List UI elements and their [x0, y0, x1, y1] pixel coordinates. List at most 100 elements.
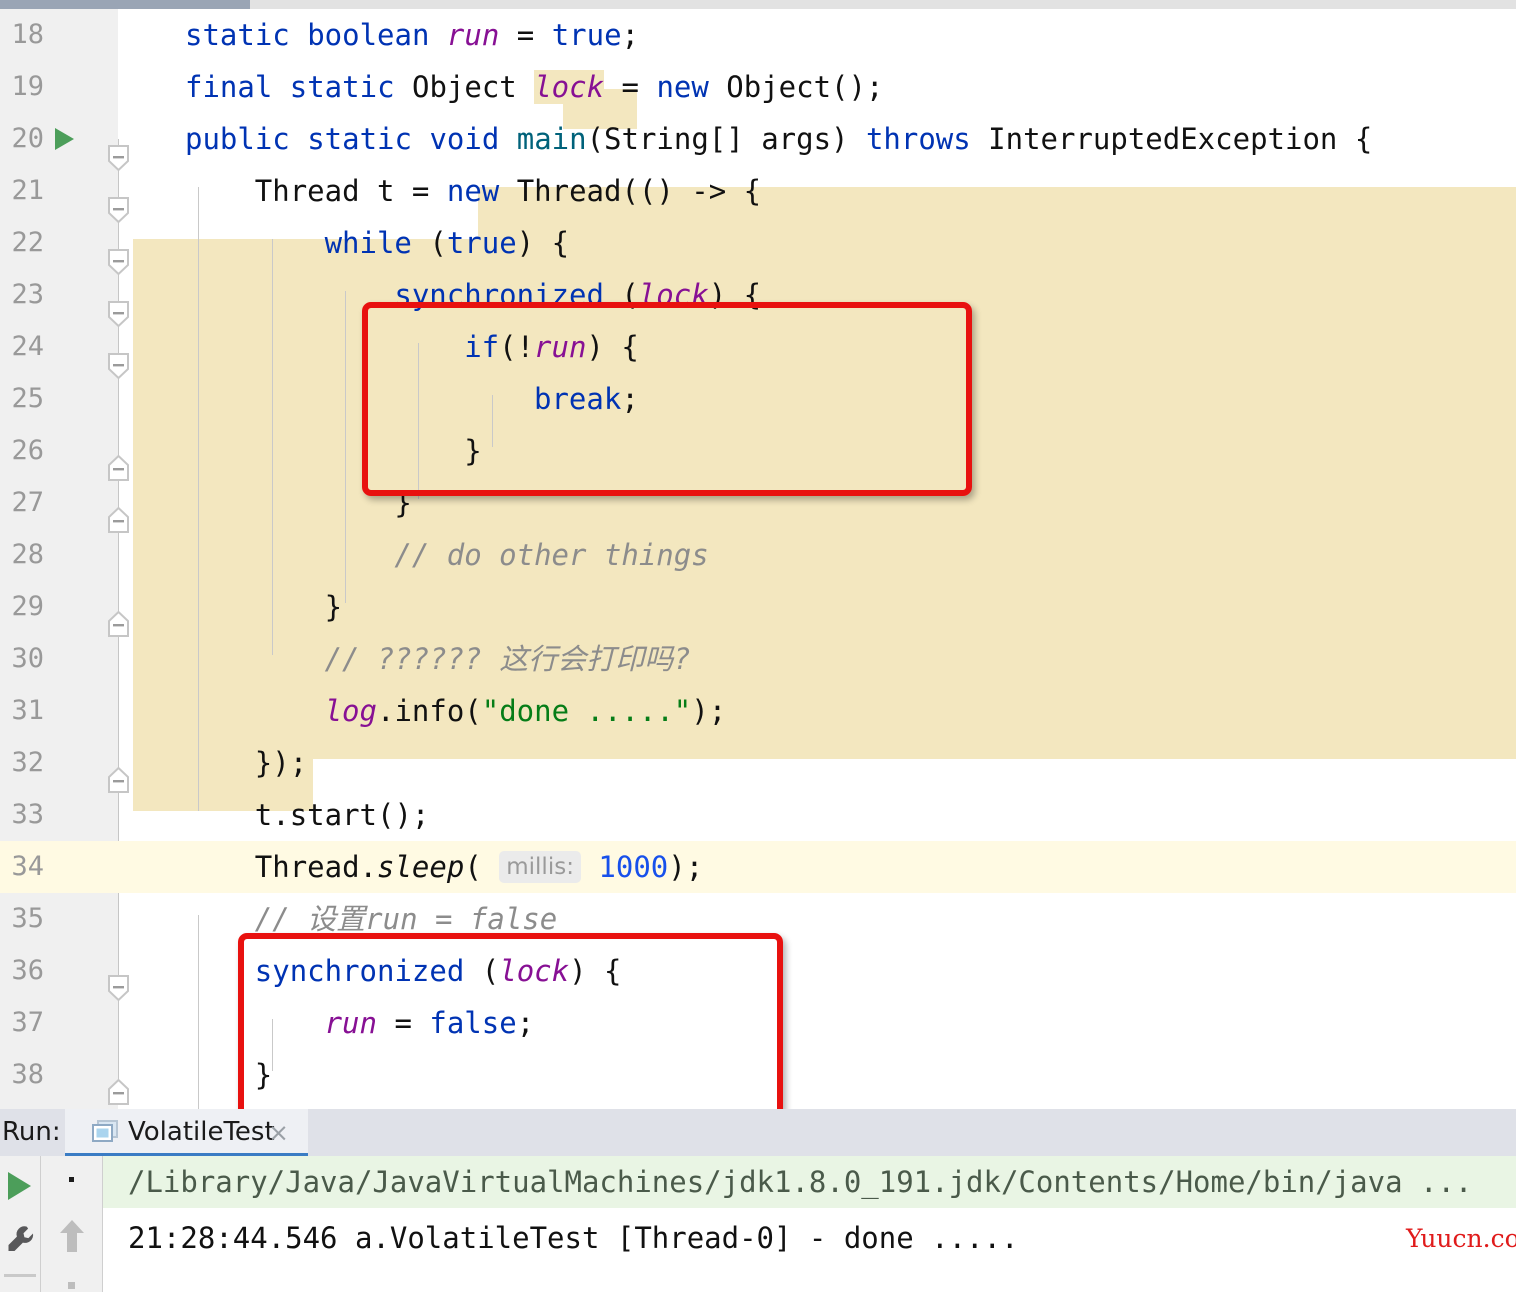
run-configuration-icon — [92, 1120, 120, 1144]
code-line[interactable]: 21 Thread t = new Thread(() -> { — [0, 165, 1516, 217]
code-text: } — [255, 1049, 272, 1101]
code-token: InterruptedException { — [988, 122, 1373, 156]
line-number: 23 — [11, 279, 44, 310]
code-token: break — [534, 382, 622, 416]
code-token: ) { — [516, 226, 570, 260]
code-line[interactable]: 31 log.info("done ....."); — [0, 685, 1516, 737]
line-number: 27 — [11, 487, 44, 518]
code-text: }); — [255, 737, 307, 789]
line-number: 30 — [11, 643, 44, 674]
close-icon[interactable]: × — [268, 1109, 289, 1156]
code-token: ( — [464, 850, 500, 884]
code-token: ) { — [569, 954, 622, 988]
console-line-output: 21:28:44.546 a.VolatileTest [Thread-0] -… — [128, 1221, 1019, 1255]
code-text: while (true) { — [325, 217, 569, 269]
code-token: "done ....." — [481, 694, 692, 728]
console-output[interactable]: /Library/Java/JavaVirtualMachines/jdk1.8… — [103, 1156, 1516, 1292]
code-token: Thread. — [254, 850, 378, 884]
line-number: 19 — [11, 71, 44, 102]
code-line[interactable]: 33 t.start(); — [0, 789, 1516, 841]
code-token: ( — [429, 226, 447, 260]
code-line[interactable]: 26} — [0, 425, 1516, 477]
code-token: Object — [411, 70, 535, 104]
scroll-down-icon[interactable] — [68, 1282, 75, 1289]
line-number: 24 — [11, 331, 44, 362]
horizontal-scrollbar-thumb[interactable] — [0, 0, 250, 9]
code-text: run = false; — [325, 997, 535, 1049]
line-number: 25 — [11, 383, 44, 414]
code-token: static — [289, 70, 412, 104]
code-token: ) { — [708, 278, 762, 312]
code-token: }); — [254, 746, 308, 780]
line-number: 28 — [11, 539, 44, 570]
code-token: (! — [499, 330, 535, 364]
code-line[interactable]: 30 // ?????? 这行会打印吗? — [0, 633, 1516, 685]
line-number: 21 — [11, 175, 44, 206]
code-token: new — [446, 174, 517, 208]
code-line[interactable]: 32}); — [0, 737, 1516, 789]
code-token: } — [324, 590, 343, 624]
code-token: sleep — [377, 850, 465, 884]
code-line[interactable]: 24 if(!run) { — [0, 321, 1516, 373]
line-number: 20 — [11, 123, 44, 154]
code-token: ; — [621, 18, 639, 52]
parameter-hint: millis: — [499, 851, 581, 883]
code-token: true — [446, 226, 517, 260]
code-token: ( — [621, 278, 639, 312]
code-line[interactable]: 35 // 设置run = false — [0, 893, 1516, 945]
horizontal-scrollbar-track[interactable] — [0, 0, 1516, 9]
code-token: if — [464, 330, 500, 364]
code-text: } — [464, 425, 481, 477]
watermark: Yuucn.com — [1406, 1224, 1516, 1253]
code-line[interactable]: 29} — [0, 581, 1516, 633]
code-line[interactable]: 38} — [0, 1049, 1516, 1101]
code-line[interactable]: 18 static boolean run = true; — [0, 9, 1516, 61]
code-token: } — [394, 486, 412, 520]
code-token: ; — [621, 382, 639, 416]
code-line[interactable]: 19 final static Object lock = new Object(… — [0, 61, 1516, 113]
code-token: void — [429, 122, 517, 156]
line-number: 22 — [11, 227, 44, 258]
line-number: 36 — [11, 955, 44, 986]
code-token: boolean — [307, 18, 447, 52]
code-text: log.info("done ....."); — [325, 685, 727, 737]
code-editor[interactable]: 18 static boolean run = true; 19 final stat… — [0, 9, 1516, 1109]
soft-wrap-dot-icon[interactable] — [69, 1177, 74, 1182]
code-line[interactable]: 27} — [0, 477, 1516, 529]
code-token: static — [307, 122, 430, 156]
code-token: while — [324, 226, 430, 260]
code-token: ; — [516, 1006, 535, 1040]
code-token: main — [516, 122, 587, 156]
rerun-icon[interactable] — [8, 1172, 31, 1200]
code-line[interactable]: 23 synchronized (lock) { — [0, 269, 1516, 321]
code-token: lock — [534, 70, 605, 104]
code-token: true — [551, 18, 622, 52]
idea-editor-screenshot: 18 static boolean run = true; 19 final stat… — [0, 0, 1516, 1292]
code-text: // 设置run = false — [255, 893, 557, 945]
console-line-command: /Library/Java/JavaVirtualMachines/jdk1.8… — [128, 1165, 1473, 1199]
code-text: synchronized (lock) { — [255, 945, 622, 997]
code-line[interactable]: 22 while (true) { — [0, 217, 1516, 269]
code-token: lock — [638, 278, 709, 312]
code-line[interactable]: 28 // do other things — [0, 529, 1516, 581]
code-token: throws — [865, 122, 989, 156]
code-line[interactable]: 20 public static void main(String[] args)… — [0, 113, 1516, 165]
run-toolbar-left — [0, 1156, 41, 1292]
run-tab-bar: Run: VolatileTest × — [0, 1109, 1516, 1157]
code-line[interactable]: 36 synchronized (lock) { — [0, 945, 1516, 997]
wrench-icon[interactable] — [6, 1224, 36, 1258]
code-line[interactable]: 34 Thread.sleep( millis: 1000); — [0, 841, 1516, 893]
line-number: 37 — [11, 1007, 44, 1038]
code-text: // do other things — [394, 529, 708, 581]
line-number: 33 — [11, 799, 44, 830]
code-token: Object(); — [726, 70, 884, 104]
code-token: = — [499, 18, 552, 52]
code-line[interactable]: 25 break; — [0, 373, 1516, 425]
code-text: Thread.sleep( millis: 1000); — [255, 841, 703, 893]
code-token: ); — [668, 850, 704, 884]
code-text: synchronized (lock) { — [394, 269, 761, 321]
code-text: public static void main(String[] args) t… — [185, 113, 1372, 165]
code-token: lock — [499, 954, 570, 988]
code-line[interactable]: 37 run = false; — [0, 997, 1516, 1049]
scroll-up-icon[interactable] — [57, 1218, 87, 1258]
